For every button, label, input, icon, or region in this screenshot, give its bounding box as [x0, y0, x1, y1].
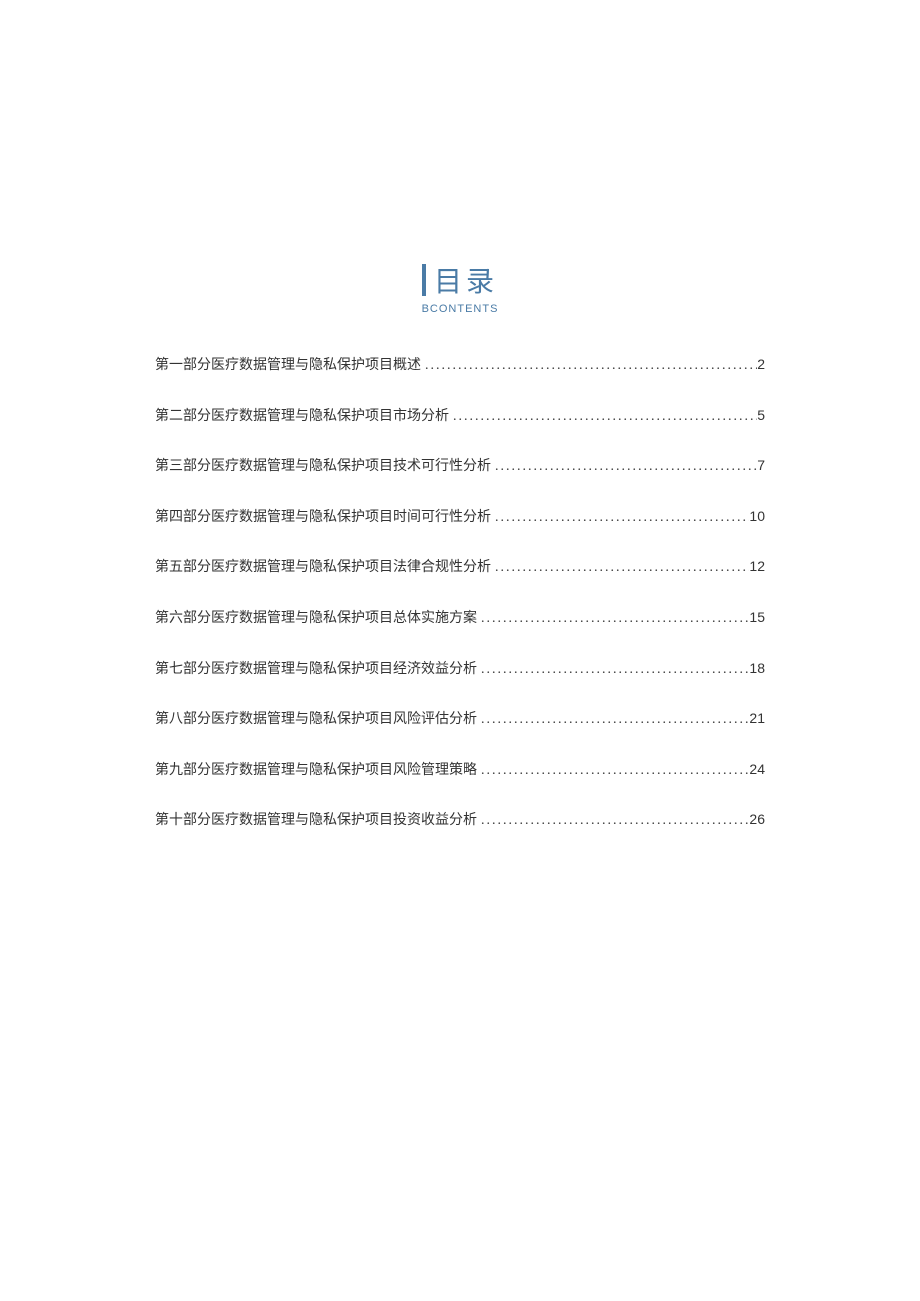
- toc-leader: [491, 558, 749, 578]
- toc-entry: 第八部分医疗数据管理与隐私保护项目风险评估分析 21: [155, 709, 765, 730]
- toc-page: 24: [749, 760, 765, 780]
- page-title: 目录: [434, 260, 498, 300]
- title-block: 目录 BCONTENTS: [155, 260, 765, 315]
- toc-leader: [477, 710, 749, 730]
- toc-entry: 第二部分医疗数据管理与隐私保护项目市场分析 5: [155, 406, 765, 427]
- toc-page: 18: [749, 659, 765, 679]
- toc-entry: 第一部分医疗数据管理与隐私保护项目概述 2: [155, 355, 765, 376]
- toc-label: 第九部分医疗数据管理与隐私保护项目风险管理策略: [155, 761, 477, 781]
- toc-label: 第三部分医疗数据管理与隐私保护项目技术可行性分析: [155, 457, 491, 477]
- toc-label: 第四部分医疗数据管理与隐私保护项目时间可行性分析: [155, 508, 491, 528]
- toc-label: 第一部分医疗数据管理与隐私保护项目概述: [155, 356, 421, 376]
- toc-entry: 第六部分医疗数据管理与隐私保护项目总体实施方案 15: [155, 608, 765, 629]
- toc-page: 7: [757, 456, 765, 476]
- toc-label: 第八部分医疗数据管理与隐私保护项目风险评估分析: [155, 710, 477, 730]
- toc-label: 第六部分医疗数据管理与隐私保护项目总体实施方案: [155, 609, 477, 629]
- table-of-contents: 第一部分医疗数据管理与隐私保护项目概述 2 第二部分医疗数据管理与隐私保护项目市…: [155, 355, 765, 831]
- toc-leader: [491, 457, 757, 477]
- toc-leader: [421, 356, 757, 376]
- toc-entry: 第十部分医疗数据管理与隐私保护项目投资收益分析 26: [155, 810, 765, 831]
- toc-leader: [449, 407, 757, 427]
- toc-entry: 第三部分医疗数据管理与隐私保护项目技术可行性分析 7: [155, 456, 765, 477]
- title-row: 目录: [422, 260, 498, 300]
- toc-label: 第七部分医疗数据管理与隐私保护项目经济效益分析: [155, 660, 477, 680]
- toc-label: 第十部分医疗数据管理与隐私保护项目投资收益分析: [155, 811, 477, 831]
- toc-entry: 第四部分医疗数据管理与隐私保护项目时间可行性分析 10: [155, 507, 765, 528]
- title-bar-icon: [422, 264, 426, 296]
- toc-leader: [491, 508, 749, 528]
- toc-leader: [477, 609, 749, 629]
- toc-leader: [477, 660, 749, 680]
- toc-page: 21: [749, 709, 765, 729]
- toc-leader: [477, 811, 749, 831]
- page-subtitle: BCONTENTS: [155, 303, 765, 315]
- toc-page: 26: [749, 810, 765, 830]
- toc-entry: 第七部分医疗数据管理与隐私保护项目经济效益分析 18: [155, 659, 765, 680]
- toc-page: 5: [757, 406, 765, 426]
- toc-label: 第二部分医疗数据管理与隐私保护项目市场分析: [155, 407, 449, 427]
- document-page: 目录 BCONTENTS 第一部分医疗数据管理与隐私保护项目概述 2 第二部分医…: [0, 0, 920, 1301]
- toc-page: 12: [749, 557, 765, 577]
- toc-leader: [477, 761, 749, 781]
- toc-page: 10: [749, 507, 765, 527]
- toc-page: 15: [749, 608, 765, 628]
- toc-entry: 第五部分医疗数据管理与隐私保护项目法律合规性分析 12: [155, 557, 765, 578]
- toc-label: 第五部分医疗数据管理与隐私保护项目法律合规性分析: [155, 558, 491, 578]
- toc-page: 2: [757, 355, 765, 375]
- toc-entry: 第九部分医疗数据管理与隐私保护项目风险管理策略 24: [155, 760, 765, 781]
